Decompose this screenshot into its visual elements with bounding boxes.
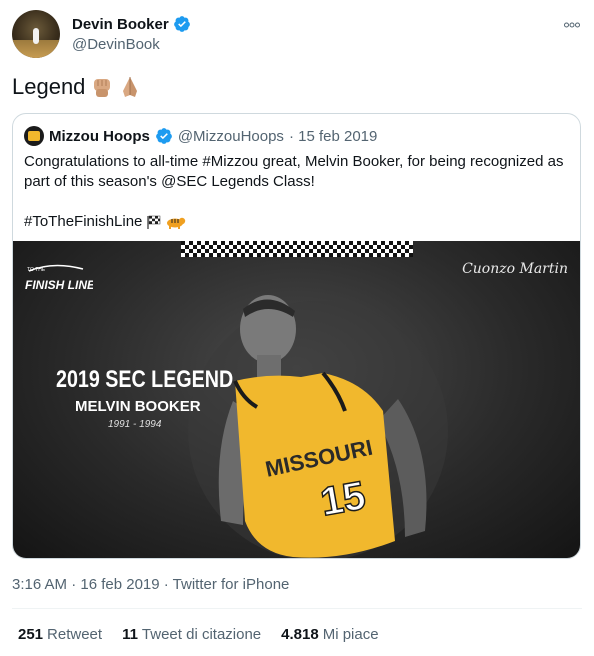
mizzou-logo-avatar[interactable] <box>24 126 44 146</box>
quote-author-handle[interactable]: @MizzouHoops <box>178 128 284 145</box>
quoted-tweet[interactable]: Mizzou Hoops @MizzouHoops · 15 feb 2019 … <box>12 113 581 559</box>
legend-years: 1991 - 1994 <box>108 419 162 430</box>
folded-hands-emoji <box>123 77 138 97</box>
stat-quote-tweets[interactable]: 11 Tweet di citazione <box>122 626 261 643</box>
tweet-text-row: Legend <box>12 74 141 100</box>
tweet-timestamp[interactable]: 3:16 AM · 16 feb 2019 · Twitter for iPho… <box>12 576 289 593</box>
quote-author-name[interactable]: Mizzou Hoops <box>49 128 150 145</box>
more-icon[interactable] <box>564 16 580 32</box>
author-name[interactable]: Devin Booker <box>72 16 169 33</box>
verified-icon <box>173 16 190 32</box>
jersey-number: 15 <box>317 474 368 525</box>
author-handle[interactable]: @DevinBook <box>72 36 191 53</box>
verified-icon <box>155 128 172 144</box>
quote-image[interactable]: TO THE FINISH LINE Cuonzo Martin MISSOUR… <box>13 241 580 558</box>
stat-quote-label: Tweet di citazione <box>141 626 262 643</box>
hashtag-line: #ToTheFinishLine <box>24 212 572 232</box>
divider <box>12 608 582 609</box>
raised-fist-emoji <box>94 79 111 97</box>
tiger-emoji <box>167 217 186 229</box>
logo-text: FINISH LINE <box>25 278 93 292</box>
stat-retweets[interactable]: 251 Retweet <box>18 626 102 643</box>
stat-retweets-label: Retweet <box>47 626 103 643</box>
finish-line-logo: TO THE FINISH LINE <box>25 264 93 292</box>
tweet-text: Legend <box>12 74 86 99</box>
stat-likes-count: 4.818 <box>281 626 319 643</box>
stat-likes[interactable]: 4.818 Mi piace <box>281 626 378 643</box>
tweet-stats: 251 Retweet 11 Tweet di citazione 4.818 … <box>18 626 379 643</box>
quote-text: Congratulations to all-time #Mizzou grea… <box>24 153 564 190</box>
checkered-banner <box>181 241 413 257</box>
more-dots-icon <box>564 22 580 28</box>
stat-likes-label: Mi piace <box>322 626 379 643</box>
legend-player-name: MELVIN BOOKER <box>75 398 201 415</box>
author-block[interactable]: Devin Booker @DevinBook <box>72 14 191 53</box>
author-name-row[interactable]: Devin Booker <box>72 14 191 34</box>
player-photo: MISSOURI 15 <box>188 295 448 558</box>
stat-quote-count: 11 <box>122 626 138 643</box>
quote-hashtag[interactable]: #ToTheFinishLine <box>24 212 142 232</box>
avatar[interactable] <box>12 10 60 58</box>
logo-small-text: TO THE <box>27 267 46 273</box>
quote-date[interactable]: · 15 feb 2019 <box>289 128 377 145</box>
avatar-figure <box>33 28 39 44</box>
quote-header[interactable]: Mizzou Hoops @MizzouHoops · 15 feb 2019 <box>24 126 377 146</box>
checkered-flag-emoji <box>147 215 161 229</box>
quote-body: Congratulations to all-time #Mizzou grea… <box>24 152 572 232</box>
coach-signature: Cuonzo Martin <box>462 261 568 277</box>
legend-title: 2019 SEC LEGEND <box>56 366 234 393</box>
stat-retweets-count: 251 <box>18 626 44 643</box>
